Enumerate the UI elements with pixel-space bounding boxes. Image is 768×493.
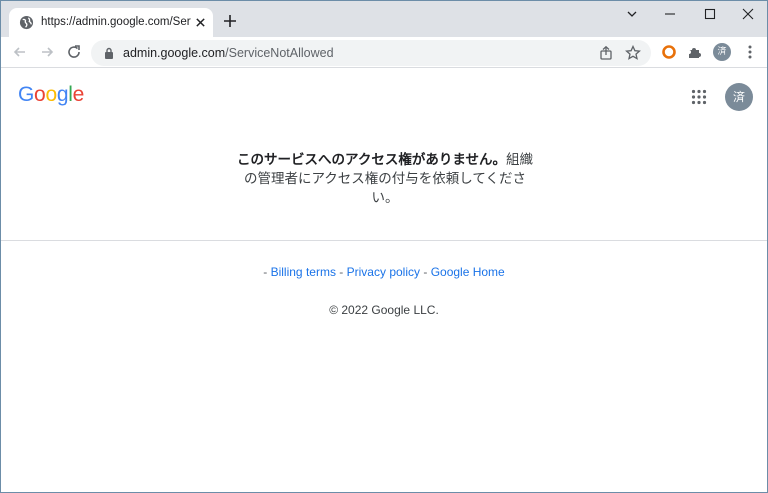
chevron-down-icon[interactable] (625, 7, 639, 21)
browser-tab[interactable]: https://admin.google.com/ServiceNotAllow… (9, 8, 213, 37)
maximize-icon[interactable] (703, 7, 717, 21)
access-denied-message: このサービスへのアクセス権がありません。組織の管理者にアクセス権の付与を依頼して… (233, 151, 537, 208)
lock-icon[interactable] (104, 47, 114, 59)
link-separator: - (263, 265, 268, 279)
profile-avatar[interactable]: 済 (713, 43, 731, 61)
account-avatar[interactable]: 済 (725, 83, 753, 111)
minimize-icon[interactable] (663, 7, 677, 21)
link-separator: - (423, 265, 428, 279)
globe-icon (19, 15, 34, 30)
new-tab-icon[interactable] (223, 14, 237, 28)
copyright: © 2022 Google LLC. (329, 303, 439, 317)
privacy-policy-link[interactable]: Privacy policy (347, 265, 420, 279)
url-text[interactable]: admin.google.com/ServiceNotAllowed (123, 46, 334, 60)
google-home-link[interactable]: Google Home (431, 265, 505, 279)
more-vert-icon[interactable] (745, 44, 755, 60)
page-content: Google 済 このサービスへのアクセス権がありません。組織の管理者にアクセス… (1, 69, 767, 492)
logo-letter: g (56, 83, 69, 106)
puzzle-icon[interactable] (687, 44, 703, 60)
divider (1, 240, 767, 241)
billing-terms-link[interactable]: Billing terms (271, 265, 336, 279)
back-arrow-icon[interactable] (12, 44, 28, 60)
logo-letter: o (34, 83, 46, 106)
window-close-icon[interactable] (741, 7, 755, 21)
browser-window: https://admin.google.com/ServiceNotAllow… (0, 0, 768, 493)
google-logo[interactable]: Google (18, 83, 84, 107)
link-separator: - (339, 265, 344, 279)
share-icon[interactable] (598, 45, 614, 61)
extension-ring-icon[interactable] (661, 44, 677, 60)
logo-letter: G (18, 83, 35, 106)
close-icon[interactable] (195, 17, 206, 28)
url-path: /ServiceNotAllowed (225, 46, 334, 60)
message-heading: このサービスへのアクセス権がありません。 (237, 152, 506, 168)
apps-grid-icon[interactable] (691, 89, 707, 105)
star-icon[interactable] (625, 45, 641, 61)
url-host: admin.google.com (123, 46, 226, 60)
footer-links: - Billing terms - Privacy policy - Googl… (1, 265, 767, 279)
logo-letter: e (72, 83, 85, 106)
tab-strip: https://admin.google.com/ServiceNotAllow… (1, 1, 767, 37)
logo-letter: o (45, 83, 57, 106)
forward-arrow-icon[interactable] (39, 44, 55, 60)
reload-icon[interactable] (66, 44, 82, 60)
address-bar[interactable]: admin.google.com/ServiceNotAllowed (91, 40, 651, 66)
tab-title: https://admin.google.com/ServiceNotAllow… (41, 16, 191, 28)
browser-toolbar: admin.google.com/ServiceNotAllowed (1, 37, 767, 68)
